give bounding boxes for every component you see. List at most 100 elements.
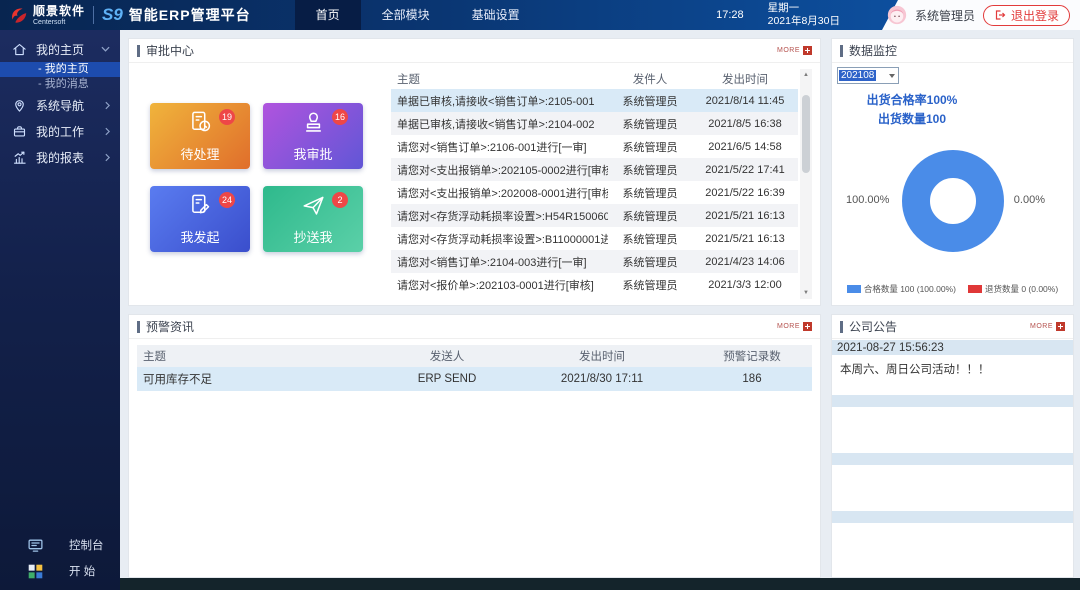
brand-text: 顺景软件 Centersoft	[33, 5, 85, 26]
scroll-up-arrow-icon[interactable]: ▲	[800, 69, 812, 81]
chevron-down-icon	[101, 46, 110, 52]
approval-tile-1[interactable]: 待处理19	[150, 103, 250, 169]
sidebar-footer-item-2[interactable]: 开 始	[0, 558, 120, 584]
more-plus-icon	[803, 322, 812, 331]
cell-subject: 请您对<存货浮动耗损率设置>:B11000001进行[审核]	[391, 231, 608, 247]
cell-sender: 系统管理员	[608, 185, 692, 201]
alerts-panel-header: 预警资讯 MORE	[129, 315, 820, 339]
logout-label: 退出登录	[1011, 7, 1059, 24]
col-time: 发出时间	[692, 71, 798, 87]
approval-tile-3[interactable]: 我发起24	[150, 186, 250, 252]
announcements-more-button[interactable]: MORE	[1030, 322, 1065, 331]
sidebar-item-2[interactable]: 系统导航	[0, 92, 120, 118]
topbar-tab-3[interactable]: 基础设置	[451, 0, 541, 30]
chevron-right-icon	[105, 153, 110, 162]
sidebar-item-label: 我的主页	[36, 41, 84, 58]
username-label: 系统管理员	[915, 7, 975, 24]
cell-sender: 系统管理员	[608, 231, 692, 247]
donut-label-right: 0.00%	[1014, 194, 1045, 206]
monitor-panel-title: 数据监控	[849, 42, 897, 59]
donut-chart	[898, 146, 1008, 256]
approval-tile-4[interactable]: 抄送我2	[263, 186, 363, 252]
approval-row-8[interactable]: 请您对<销售订单>:2104-003进行[一审]系统管理员2021/4/23 1…	[391, 250, 798, 273]
product-logo: S9	[102, 5, 123, 25]
header-accent-bar	[137, 45, 140, 57]
legend-swatch	[847, 285, 861, 293]
cell-time: 2021/8/5 16:38	[692, 118, 798, 130]
pass-rate-text: 出货合格率100%	[832, 91, 992, 110]
sidebar-item-label: 我的工作	[36, 123, 84, 140]
announcement-content: 本周六、周日公司活动！！！	[832, 355, 1073, 385]
approval-more-button[interactable]: MORE	[777, 46, 812, 55]
col-subject: 主题	[391, 71, 608, 87]
cell-subject: 请您对<支出报销单>:202105-0002进行[审核]	[391, 162, 608, 178]
alert-row-1[interactable]: 可用库存不足ERP SEND2021/8/30 17:11186	[137, 367, 812, 391]
sidebar-item-label: 系统导航	[36, 97, 84, 114]
col-time: 发出时间	[512, 348, 692, 364]
chevron-right-icon	[105, 101, 110, 110]
table-scrollbar[interactable]: ▲ ▼	[800, 69, 812, 299]
topbar-user-area: 系统管理员 退出登录	[887, 0, 1070, 30]
cell-time: 2021/5/22 17:41	[692, 164, 798, 176]
approval-row-6[interactable]: 请您对<存货浮动耗损率设置>:H54R15006002进行[审核]系统管理员20…	[391, 204, 798, 227]
app-title: 智能ERP管理平台	[129, 5, 251, 25]
sidebar-item-4[interactable]: 我的报表	[0, 144, 120, 170]
topbar-tab-1[interactable]: 首页	[295, 0, 361, 30]
scroll-down-arrow-icon[interactable]: ▼	[800, 287, 812, 299]
sidebar-footer-label: 开 始	[69, 563, 95, 579]
paper-plane-icon	[300, 192, 327, 224]
chart-icon	[12, 150, 27, 165]
cell-time: 2021/6/5 14:58	[692, 141, 798, 153]
announcements-panel: 公司公告 MORE 2021-08-27 15:56:23本周六、周日公司活动！…	[831, 314, 1074, 578]
cell-time: 2021/5/22 16:39	[692, 187, 798, 199]
sidebar-subitem-1-1[interactable]: - 我的主页	[0, 62, 120, 77]
approval-row-3[interactable]: 请您对<销售订单>:2106-001进行[一审]系统管理员2021/6/5 14…	[391, 135, 798, 158]
approval-row-2[interactable]: 单据已审核,请接收<销售订单>:2104-002系统管理员2021/8/5 16…	[391, 112, 798, 135]
sidebar-footer-item-1[interactable]: 控制台	[0, 532, 120, 558]
logo-divider	[93, 6, 94, 24]
tile-label: 我发起	[180, 227, 219, 246]
sidebar-item-3[interactable]: 我的工作	[0, 118, 120, 144]
approval-row-1[interactable]: 单据已审核,请接收<销售订单>:2105-001系统管理员2021/8/14 1…	[391, 89, 798, 112]
ship-qty-text: 出货数量100	[832, 110, 992, 129]
approval-row-5[interactable]: 请您对<支出报销单>:202008-0001进行[审核]系统管理员2021/5/…	[391, 181, 798, 204]
legend-item-1: 合格数量 100 (100.00%)	[847, 283, 956, 295]
announcement-content	[832, 407, 1073, 443]
approval-tiles: 待处理19我审批16我发起24抄送我2	[150, 103, 363, 252]
approval-row-4[interactable]: 请您对<支出报销单>:202105-0002进行[审核]系统管理员2021/5/…	[391, 158, 798, 181]
sidebar-footer-label: 控制台	[69, 537, 104, 553]
sidebar-subitem-1-2[interactable]: - 我的消息	[0, 77, 120, 92]
announcements-panel-header: 公司公告 MORE	[832, 315, 1073, 339]
tile-label: 我审批	[293, 144, 332, 163]
scrollbar-thumb[interactable]	[802, 95, 810, 173]
cell-sender: 系统管理员	[608, 139, 692, 155]
cell-sender: ERP SEND	[382, 373, 512, 385]
topbar-blue-band: 顺景软件 Centersoft S9 智能ERP管理平台 首页全部模块基础设置 …	[0, 0, 898, 30]
sidebar-nav: 我的主页 - 我的主页- 我的消息系统导航我的工作我的报表	[0, 30, 120, 170]
alerts-table-rows: 可用库存不足ERP SEND2021/8/30 17:11186	[129, 367, 820, 391]
announcements-panel-title: 公司公告	[849, 318, 897, 335]
sidebar-item-1[interactable]: 我的主页	[0, 36, 120, 62]
more-label: MORE	[777, 323, 800, 330]
donut-ring	[916, 164, 990, 238]
clock: 17:28	[716, 9, 744, 21]
logout-button[interactable]: 退出登录	[983, 5, 1070, 26]
user-avatar-icon[interactable]	[887, 5, 907, 25]
cell-time: 2021/4/23 14:06	[692, 256, 798, 268]
stamp-icon	[300, 109, 327, 141]
approval-tile-2[interactable]: 我审批16	[263, 103, 363, 169]
topbar-tab-2[interactable]: 全部模块	[361, 0, 451, 30]
announcement-time	[832, 511, 1073, 523]
cell-subject: 单据已审核,请接收<销售订单>:2104-002	[391, 116, 608, 132]
period-select[interactable]: 202108	[837, 67, 899, 84]
topbar: 顺景软件 Centersoft S9 智能ERP管理平台 首页全部模块基础设置 …	[0, 0, 1080, 30]
announcement-item-1[interactable]: 2021-08-27 15:56:23本周六、周日公司活动！！！	[832, 340, 1073, 385]
cell-time: 2021/5/21 16:13	[692, 210, 798, 222]
legend-item-2: 退货数量 0 (0.00%)	[968, 283, 1058, 295]
alerts-more-button[interactable]: MORE	[777, 322, 812, 331]
more-plus-icon	[803, 46, 812, 55]
date-label: 2021年8月30日	[768, 15, 840, 28]
cell-sender: 系统管理员	[608, 208, 692, 224]
approval-row-9[interactable]: 请您对<报价单>:202103-0001进行[审核]系统管理员2021/3/3 …	[391, 273, 798, 296]
approval-row-7[interactable]: 请您对<存货浮动耗损率设置>:B11000001进行[审核]系统管理员2021/…	[391, 227, 798, 250]
